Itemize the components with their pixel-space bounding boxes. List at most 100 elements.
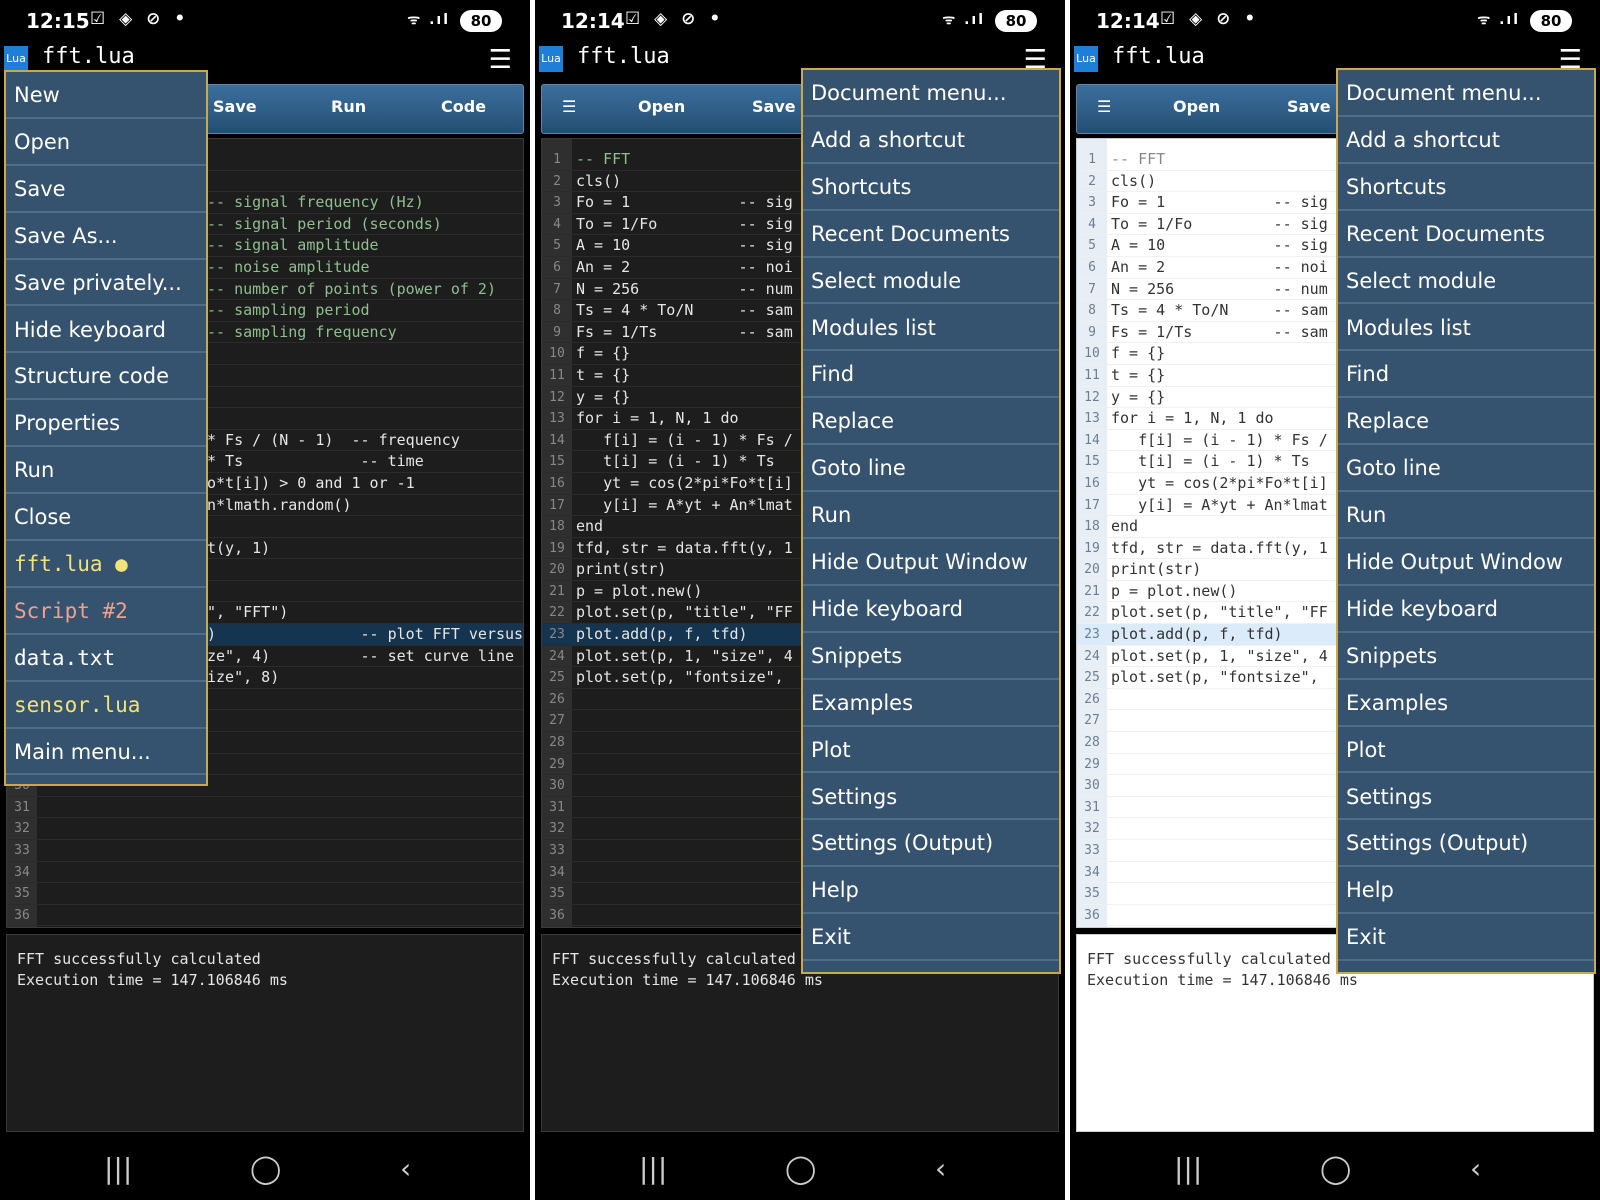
open-button[interactable]: Open: [638, 97, 685, 116]
menu-item-settings[interactable]: Settings: [1338, 774, 1594, 821]
line-text: for i = 1, N, 1 do: [1111, 409, 1274, 428]
menu-item-shortcuts[interactable]: Shortcuts: [1338, 164, 1594, 211]
menu-item-main-menu[interactable]: Main menu...: [6, 729, 206, 776]
menu-item-run[interactable]: Run: [803, 492, 1059, 539]
line-text: end: [1111, 517, 1139, 536]
output-window: FFT successfully calculated Execution ti…: [6, 934, 524, 1132]
home-icon[interactable]: ◯: [250, 1152, 281, 1185]
code-line[interactable]: 31: [7, 797, 523, 819]
menu-item-settings[interactable]: Settings: [803, 774, 1059, 821]
line-text: f[i] = (i - 1) * Fs /: [576, 430, 793, 449]
menu-item-exit[interactable]: Exit: [803, 914, 1059, 962]
recents-icon[interactable]: |||: [104, 1152, 132, 1185]
save-button[interactable]: Save: [752, 97, 796, 116]
line-number: 26: [1084, 691, 1100, 707]
home-icon[interactable]: ◯: [1320, 1152, 1351, 1185]
code-line[interactable]: 36: [7, 905, 523, 927]
menu-item-save-privately[interactable]: Save privately...: [6, 260, 206, 307]
back-icon[interactable]: ‹: [935, 1152, 946, 1185]
line-number: 15: [1084, 454, 1100, 470]
menu-item-exit[interactable]: Exit: [1338, 914, 1594, 962]
save-button[interactable]: Save: [1287, 97, 1331, 116]
menu-item-help[interactable]: Help: [803, 867, 1059, 915]
menu-item-settings-output[interactable]: Settings (Output): [1338, 820, 1594, 868]
recents-icon[interactable]: |||: [639, 1152, 667, 1185]
menu-item-hide-keyboard[interactable]: Hide keyboard: [1338, 586, 1594, 633]
menu-item-recent-documents[interactable]: Recent Documents: [1338, 211, 1594, 258]
menu-item-select-module[interactable]: Select module: [1338, 258, 1594, 305]
menu-item-open[interactable]: Open: [6, 119, 206, 166]
menu-item-settings-output[interactable]: Settings (Output): [803, 820, 1059, 868]
menu-item-find[interactable]: Find: [803, 351, 1059, 399]
menu-item-add-a-shortcut[interactable]: Add a shortcut: [803, 117, 1059, 164]
menu-button[interactable]: ☰: [562, 97, 576, 116]
menu-item-plot[interactable]: Plot: [1338, 727, 1594, 774]
menu-item-replace[interactable]: Replace: [1338, 398, 1594, 446]
menu-item-data-txt[interactable]: data.txt: [6, 635, 206, 682]
menu-item-structure-code[interactable]: Structure code: [6, 353, 206, 401]
menu-item-plot[interactable]: Plot: [803, 727, 1059, 774]
line-number: 11: [1084, 367, 1100, 383]
menu-item-properties[interactable]: Properties: [6, 400, 206, 448]
menu-item-snippets[interactable]: Snippets: [1338, 633, 1594, 680]
code-line[interactable]: 34: [7, 862, 523, 884]
menu-item-snippets[interactable]: Snippets: [803, 633, 1059, 680]
menu-item-goto-line[interactable]: Goto line: [803, 445, 1059, 493]
status-bar: 12:14 ☑ ◈ ⊘ • ᯤ .ıl 80: [1070, 0, 1600, 40]
code-button[interactable]: Code: [441, 97, 486, 116]
back-icon[interactable]: ‹: [1470, 1152, 1481, 1185]
menu-item-add-a-shortcut[interactable]: Add a shortcut: [1338, 117, 1594, 164]
menu-item-save-as[interactable]: Save As...: [6, 213, 206, 260]
back-icon[interactable]: ‹: [400, 1152, 411, 1185]
menu-item-recent-documents[interactable]: Recent Documents: [803, 211, 1059, 258]
menu-item-document-menu[interactable]: Document menu...: [1338, 70, 1594, 117]
menu-item-hide-keyboard[interactable]: Hide keyboard: [6, 307, 206, 354]
output-line: Execution time = 147.106846 ms: [17, 971, 288, 989]
menu-item-help[interactable]: Help: [1338, 867, 1594, 915]
menu-item-modules-list[interactable]: Modules list: [1338, 305, 1594, 352]
file-title: fft.lua: [42, 44, 135, 69]
menu-item-find[interactable]: Find: [1338, 351, 1594, 399]
phone-panel-2: 12:14 ☑ ◈ ⊘ • ᯤ .ıl 80 Lua fft.lua ☰ ☰ O…: [535, 0, 1065, 1200]
line-number: 28: [549, 735, 565, 751]
line-text: ", "FFT"): [207, 603, 289, 622]
run-button[interactable]: Run: [331, 97, 366, 116]
menu-item-shortcuts[interactable]: Shortcuts: [803, 164, 1059, 211]
menu-item-new[interactable]: New: [6, 72, 206, 119]
output-line: FFT successfully calculated: [17, 950, 261, 968]
file-menu: New Open Save Save As... Save privately... Hi…: [4, 70, 208, 786]
menu-item-modules-list[interactable]: Modules list: [803, 305, 1059, 352]
save-button[interactable]: Save: [213, 97, 257, 116]
menu-item-run[interactable]: Run: [6, 447, 206, 495]
menu-item-hide-output-window[interactable]: Hide Output Window: [803, 539, 1059, 586]
recents-icon[interactable]: |||: [1174, 1152, 1202, 1185]
menu-item-examples[interactable]: Examples: [803, 680, 1059, 727]
line-number: 32: [549, 821, 565, 837]
signal-icon: ᯤ .ıl: [942, 12, 985, 28]
menu-item-fft-lua[interactable]: fft.lua ●: [6, 541, 206, 588]
menu-item-hide-output-window[interactable]: Hide Output Window: [1338, 539, 1594, 586]
menu-item-close[interactable]: Close: [6, 494, 206, 541]
line-text: t(y, 1): [207, 538, 271, 557]
code-line[interactable]: 35: [7, 883, 523, 905]
battery-icon: 80: [995, 10, 1037, 32]
open-button[interactable]: Open: [1173, 97, 1220, 116]
menu-item-sensor-lua[interactable]: sensor.lua: [6, 682, 206, 729]
line-number: 3: [1088, 195, 1096, 211]
hamburger-menu-icon[interactable]: ☰: [489, 47, 512, 73]
code-line[interactable]: 32: [7, 818, 523, 840]
line-text: plot.set(p, "title", "FF: [1111, 603, 1328, 622]
menu-item-save[interactable]: Save: [6, 166, 206, 213]
menu-item-script-2[interactable]: Script #2: [6, 588, 206, 635]
menu-button[interactable]: ☰: [1097, 97, 1111, 116]
menu-item-examples[interactable]: Examples: [1338, 680, 1594, 727]
menu-item-select-module[interactable]: Select module: [803, 258, 1059, 305]
home-icon[interactable]: ◯: [785, 1152, 816, 1185]
menu-item-hide-keyboard[interactable]: Hide keyboard: [803, 586, 1059, 633]
line-number: 16: [1084, 475, 1100, 491]
menu-item-goto-line[interactable]: Goto line: [1338, 445, 1594, 493]
code-line[interactable]: 33: [7, 840, 523, 862]
menu-item-document-menu[interactable]: Document menu...: [803, 70, 1059, 117]
menu-item-replace[interactable]: Replace: [803, 398, 1059, 446]
menu-item-run[interactable]: Run: [1338, 492, 1594, 539]
